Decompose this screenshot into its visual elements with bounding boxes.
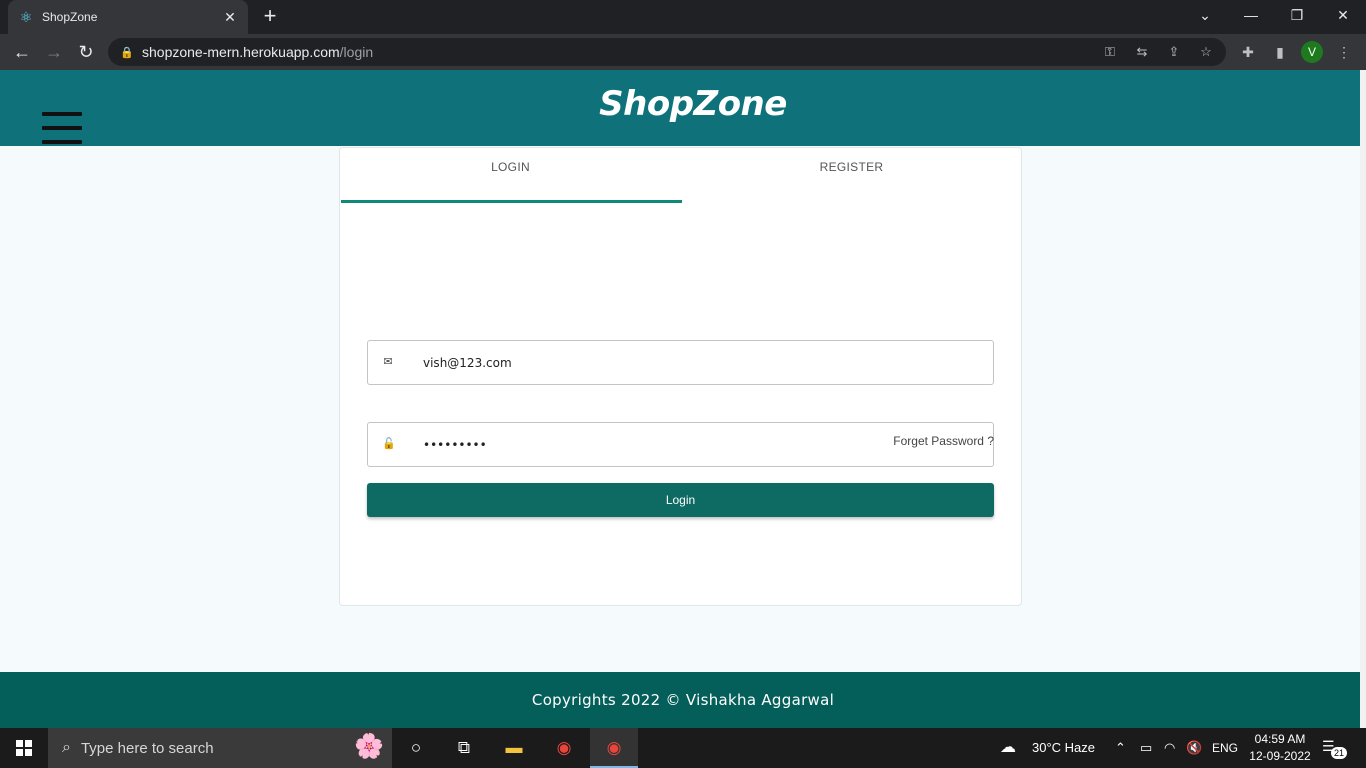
extensions-puzzle-icon[interactable]: ✚	[1238, 42, 1258, 62]
restore-window-button[interactable]: ❐	[1274, 0, 1320, 34]
close-window-button[interactable]: ✕	[1320, 0, 1366, 34]
lock-open-icon: 🔓	[382, 438, 396, 450]
file-explorer-icon[interactable]: ▬	[490, 728, 538, 768]
web-page: ShopZone LOGIN REGISTER ✉ 🔓 Forget Passw…	[0, 70, 1366, 728]
tab-login[interactable]: LOGIN	[340, 148, 681, 204]
taskbar-search-placeholder: Type here to search	[80, 739, 214, 757]
task-view-icon[interactable]: ⧉	[440, 728, 488, 768]
site-footer: Copyrights 2022 © Vishakha Aggarwal	[0, 672, 1366, 728]
browser-toolbar: ← → ↻ 🔒 shopzone-mern.herokuapp.com/logi…	[0, 34, 1366, 70]
wifi-icon[interactable]: ◠	[1164, 728, 1175, 768]
tab-register[interactable]: REGISTER	[681, 148, 1022, 204]
lock-icon: 🔒	[120, 46, 134, 59]
minimize-window-button[interactable]: —	[1228, 0, 1274, 34]
notification-center-icon[interactable]: ☰ 21	[1322, 738, 1348, 759]
forget-password-link[interactable]: Forget Password ?	[893, 434, 994, 448]
login-card: LOGIN REGISTER ✉ 🔓 Forget Password ? Log…	[339, 147, 1022, 606]
forward-arrow-icon[interactable]: →	[41, 39, 67, 65]
bookmark-star-icon[interactable]: ☆	[1196, 42, 1216, 62]
site-header: ShopZone	[0, 70, 1366, 146]
email-field[interactable]: ✉	[367, 340, 994, 385]
chrome-profile-icon[interactable]: ◉	[590, 728, 638, 768]
system-clock[interactable]: 04:59 AM 12-09-2022	[1246, 731, 1314, 765]
back-arrow-icon[interactable]: ←	[9, 39, 35, 65]
windows-taskbar: ⌕ Type here to search 🌸 ○ ⧉ ▬ ◉ ◉ ☁ 30°C…	[0, 728, 1366, 768]
new-tab-button[interactable]: +	[258, 4, 282, 28]
windows-logo-icon	[16, 740, 32, 756]
side-panel-icon[interactable]: ▮	[1270, 42, 1290, 62]
page-scrollbar[interactable]	[1360, 70, 1366, 728]
battery-icon[interactable]: ▭	[1140, 728, 1152, 768]
site-logo[interactable]: ShopZone	[0, 84, 1366, 124]
chrome-menu-icon[interactable]: ⋮	[1334, 42, 1354, 62]
auth-tabs: LOGIN REGISTER	[340, 148, 1021, 204]
address-bar[interactable]: 🔒 shopzone-mern.herokuapp.com/login ⚿ ⇆ …	[108, 38, 1226, 66]
start-button[interactable]	[0, 728, 48, 768]
email-input[interactable]	[423, 351, 973, 375]
profile-avatar[interactable]: V	[1301, 41, 1323, 63]
clock-date: 12-09-2022	[1249, 749, 1311, 763]
clock-time: 04:59 AM	[1254, 732, 1306, 746]
browser-tab-strip: ⚛ ShopZone ✕ + ⌄ — ❐ ✕	[0, 0, 1366, 34]
search-icon: ⌕	[62, 739, 71, 756]
translate-icon[interactable]: ⇆	[1132, 42, 1152, 62]
language-indicator[interactable]: ENG	[1212, 728, 1238, 768]
cortana-icon[interactable]: ○	[392, 728, 440, 768]
chrome-icon[interactable]: ◉	[540, 728, 588, 768]
active-tab-indicator	[341, 200, 682, 203]
tab-search-icon[interactable]: ⌄	[1182, 0, 1228, 34]
browser-tab[interactable]: ⚛ ShopZone ✕	[8, 0, 248, 34]
url-path: /login	[339, 44, 374, 60]
url-host: shopzone-mern.herokuapp.com	[142, 44, 340, 60]
login-button[interactable]: Login	[367, 483, 994, 517]
notification-count-badge: 21	[1331, 747, 1348, 759]
password-input[interactable]	[423, 433, 973, 457]
key-icon[interactable]: ⚿	[1100, 42, 1120, 62]
volume-muted-icon[interactable]: 🔇	[1186, 728, 1202, 768]
weather-icon[interactable]: ☁	[1000, 728, 1016, 768]
weather-text[interactable]: 30°C Haze	[1032, 728, 1095, 768]
mail-icon: ✉	[383, 356, 393, 368]
react-favicon-icon: ⚛	[19, 9, 33, 25]
reload-icon[interactable]: ↻	[73, 39, 99, 65]
share-icon[interactable]: ⇪	[1164, 42, 1184, 62]
taskbar-search-box[interactable]: ⌕ Type here to search 🌸	[48, 728, 392, 768]
close-tab-icon[interactable]: ✕	[222, 9, 238, 26]
search-highlight-flower-icon: 🌸	[354, 733, 384, 760]
browser-tab-title: ShopZone	[42, 10, 98, 24]
show-hidden-icons-icon[interactable]: ⌃	[1115, 728, 1126, 768]
